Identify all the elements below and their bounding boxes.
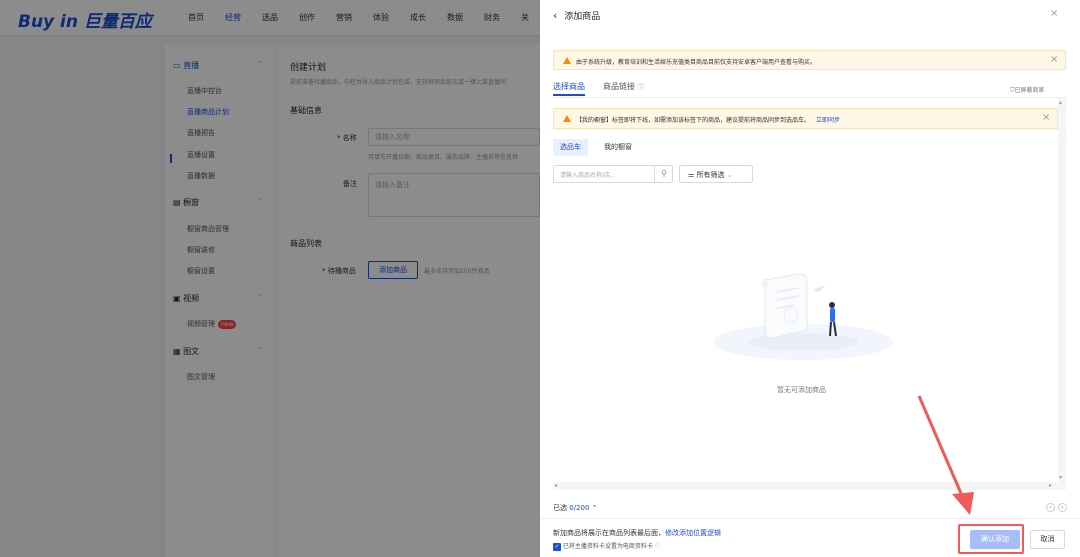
warning-icon bbox=[563, 57, 571, 64]
search-input[interactable]: 请输入商品名称/店... ⚲ bbox=[553, 165, 673, 183]
empty-state-illustration bbox=[713, 273, 893, 360]
system-notice-text: 由于系统升级，教育培训和生活娱乐充值类目商品目前仅支持安卓客户端用户查看与购买。 bbox=[576, 59, 817, 66]
subtab-my-window[interactable]: 我的橱窗 bbox=[597, 139, 639, 156]
shielded-merchants-link[interactable]: ⛉已屏蔽商家 bbox=[1010, 85, 1045, 95]
tabs-divider bbox=[553, 97, 1066, 98]
active-tab-underline bbox=[553, 94, 585, 96]
info-icon: ⓘ bbox=[654, 543, 661, 550]
empty-state-text: 暂无可添加商品 bbox=[777, 386, 826, 394]
search-placeholder: 请输入商品名称/店... bbox=[560, 172, 616, 179]
filter-dropdown[interactable]: ⚌ 所有筛选 ⌄ bbox=[679, 165, 753, 183]
vertical-scrollbar[interactable] bbox=[1058, 98, 1066, 490]
filter-icon: ⚌ bbox=[688, 171, 695, 179]
filter-label: ⚌ 所有筛选 ⌄ bbox=[688, 171, 733, 179]
footer-note: 新加商品将展示在商品列表最后面，修改添加位置逻辑 bbox=[553, 529, 721, 537]
annotation-highlight-box bbox=[958, 524, 1024, 554]
drawer-title: 添加商品 bbox=[564, 12, 601, 22]
help-icon: ⓘ bbox=[637, 83, 645, 91]
checkbox-checked-icon[interactable]: ✓ bbox=[553, 542, 561, 551]
scroll-down-icon[interactable]: ▾ bbox=[1059, 474, 1062, 481]
close-icon[interactable]: × bbox=[1042, 112, 1050, 123]
search-icon[interactable]: ⚲ bbox=[654, 166, 673, 182]
chevron-down-icon: ⌄ bbox=[726, 171, 733, 179]
selected-summary[interactable]: 已选 0/200 ⌃ bbox=[553, 503, 598, 513]
tab-product-link[interactable]: 商品链接 ⓘ bbox=[603, 81, 645, 92]
add-product-drawer: ‹ 添加商品 × 由于系统升级，教育培训和生活娱乐充值类目商品目前仅支持安卓客户… bbox=[540, 0, 1080, 557]
subtab-cart[interactable]: 选品车 bbox=[553, 139, 588, 156]
scroll-left-icon[interactable]: ◂ bbox=[554, 482, 557, 489]
drawer-header: ‹ 添加商品 bbox=[553, 9, 600, 22]
window-warning: 【我的橱窗】标签即将下线，如需添加该标签下的商品，建议提前将商品同步到选品车。 … bbox=[553, 108, 1058, 129]
warning-icon bbox=[563, 115, 571, 122]
close-icon[interactable]: × bbox=[1050, 8, 1058, 19]
chevron-up-icon: ⌃ bbox=[591, 504, 598, 512]
system-notice: 由于系统升级，教育培训和生活娱乐充值类目商品目前仅支持安卓客户端用户查看与购买。… bbox=[553, 50, 1066, 70]
modify-position-link[interactable]: 修改添加位置逻辑 bbox=[665, 529, 721, 537]
sync-now-link[interactable]: 立即同步 bbox=[816, 117, 840, 124]
next-page-icon[interactable]: › bbox=[1058, 503, 1067, 512]
profile-card-checkbox-row[interactable]: ✓ 已将主播资料卡设置为电商资料卡 ⓘ bbox=[553, 541, 661, 551]
scroll-up-icon[interactable]: ▴ bbox=[1059, 99, 1062, 106]
prev-page-icon[interactable]: ‹ bbox=[1046, 503, 1055, 512]
cancel-button[interactable]: 取消 bbox=[1030, 530, 1065, 549]
modal-overlay[interactable] bbox=[0, 0, 540, 557]
close-icon[interactable]: × bbox=[1050, 54, 1058, 65]
window-warning-text: 【我的橱窗】标签即将下线，如需添加该标签下的商品，建议提前将商品同步到选品车。 … bbox=[576, 117, 840, 124]
footer-divider bbox=[540, 518, 1080, 519]
scroll-right-icon[interactable]: ▸ bbox=[1049, 482, 1052, 489]
horizontal-scrollbar[interactable] bbox=[553, 482, 1058, 490]
tab-select-product[interactable]: 选择商品 bbox=[553, 81, 585, 92]
back-icon[interactable]: ‹ bbox=[553, 9, 557, 22]
